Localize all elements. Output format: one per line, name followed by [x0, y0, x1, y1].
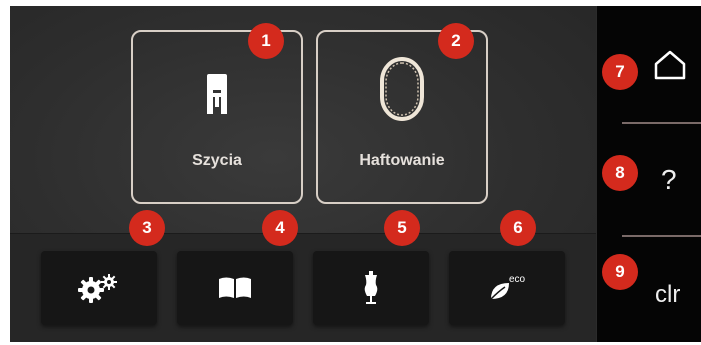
embroidery-label: Haftowanie	[359, 152, 445, 169]
callout-badge: 9	[602, 254, 638, 290]
clear-label: clr	[655, 281, 681, 308]
sewing-label: Szycia	[192, 152, 242, 169]
clear-button[interactable]: clr	[597, 237, 701, 342]
callout-badge: 1	[248, 23, 284, 59]
embroidery-hoop-icon	[378, 56, 426, 127]
sewing-mode-tile[interactable]: Szycia	[131, 30, 303, 204]
callout-badge: 4	[262, 210, 298, 246]
callout-badge: 2	[438, 23, 474, 59]
eco-mode-button[interactable]: eco	[449, 251, 565, 325]
tutorial-button[interactable]	[313, 251, 429, 325]
callout-badge: 8	[602, 155, 638, 191]
callout-badge: 7	[602, 54, 638, 90]
callout-badge: 3	[129, 210, 165, 246]
guide-button[interactable]	[177, 251, 293, 325]
presser-foot-icon	[205, 72, 229, 121]
help-label: ?	[661, 164, 677, 195]
machine-display: Szycia Haftowanie eco ? clr	[10, 6, 701, 342]
callout-badge: 6	[500, 210, 536, 246]
callout-badge: 5	[384, 210, 420, 246]
home-icon	[653, 50, 687, 85]
eco-text: eco	[509, 274, 525, 285]
main-panel: Szycia Haftowanie eco	[10, 6, 596, 342]
settings-button[interactable]	[41, 251, 157, 325]
